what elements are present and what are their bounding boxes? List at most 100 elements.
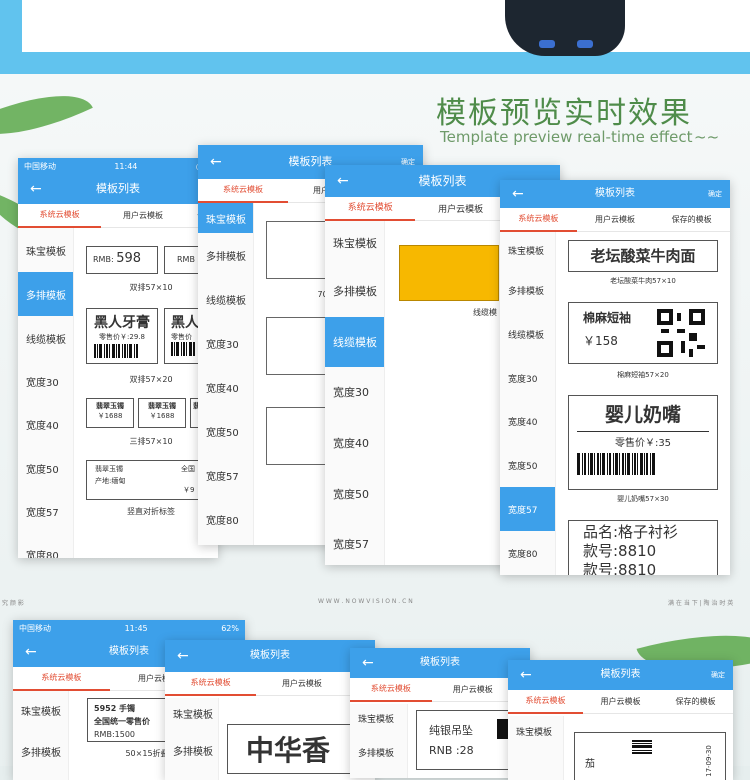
tab-system-cloud[interactable]: 系统云模板 xyxy=(165,672,257,696)
template-card[interactable]: 婴儿奶嘴 零售价￥:35 xyxy=(568,395,718,490)
sidebar-item[interactable]: 宽度50 xyxy=(500,443,555,487)
category-sidebar: 珠宝模板 多排模板 xyxy=(350,704,408,778)
page-subtitle: Template preview real-time effect xyxy=(440,128,693,146)
sidebar-item[interactable]: 宽度30 xyxy=(325,367,384,417)
tab-saved[interactable]: 保存的模板 xyxy=(653,214,730,225)
confirm-button[interactable]: 确定 xyxy=(711,660,725,690)
confirm-button[interactable]: 确定 xyxy=(708,180,722,208)
sidebar-item[interactable]: 宽度50 xyxy=(18,446,73,490)
footer-left: 究 颜 影 xyxy=(2,600,24,607)
template-card[interactable]: 棉麻短袖 ￥158 xyxy=(568,302,718,364)
sidebar-item[interactable]: 珠宝模板 xyxy=(13,691,68,729)
sidebar-item[interactable]: 多排模板 xyxy=(165,728,218,772)
tab-system-cloud[interactable]: 系统云模板 xyxy=(325,197,416,221)
sidebar-item[interactable]: 宽度30 xyxy=(198,321,253,365)
tab-system-cloud[interactable]: 系统云模板 xyxy=(508,690,583,714)
template-card[interactable]: 品名:格子衬衫 款号:8810 款号:8810 xyxy=(568,520,718,575)
tab-system-cloud[interactable]: 系统云模板 xyxy=(350,678,432,702)
tab-user-cloud[interactable]: 用户云模板 xyxy=(432,684,514,695)
sidebar-item[interactable]: 宽度30 xyxy=(18,360,73,403)
category-sidebar: 珠宝模板 xyxy=(508,716,564,780)
tab-system-cloud[interactable]: 系统云模板 xyxy=(18,204,102,228)
nav-bar: ← 模板列表 确定 xyxy=(508,660,733,690)
back-arrow-icon[interactable]: ← xyxy=(25,637,37,667)
subtitle-tilde: ~~ xyxy=(694,128,720,146)
back-arrow-icon[interactable]: ← xyxy=(512,180,524,208)
sidebar-item[interactable]: 宽度50 xyxy=(198,409,253,453)
tab-user-cloud[interactable]: 用户云模板 xyxy=(101,210,184,221)
sidebar-item[interactable]: 多排模板 xyxy=(325,265,384,317)
sidebar-item[interactable]: 宽度40 xyxy=(198,365,253,409)
footer-url: W W W . N O W V I S I O N . C N xyxy=(318,598,413,605)
sidebar-item[interactable]: 线缆模板 xyxy=(500,312,555,356)
sidebar-item[interactable]: 宽度57 xyxy=(198,453,253,497)
sidebar-item[interactable]: 多排模板 xyxy=(13,729,68,773)
sidebar-item[interactable]: 宽度40 xyxy=(18,403,73,446)
tab-user-cloud[interactable]: 用户云模板 xyxy=(256,678,347,689)
back-arrow-icon[interactable]: ← xyxy=(520,660,532,690)
category-sidebar: 珠宝模板 多排模板 线缆模板 宽度30 宽度40 宽度50 宽度57 宽度80 xyxy=(18,228,74,558)
sidebar-item-selected[interactable]: 多排模板 xyxy=(18,272,73,316)
back-arrow-icon[interactable]: ← xyxy=(30,174,42,204)
tab-saved[interactable]: 保存的模板 xyxy=(658,696,733,707)
sidebar-item[interactable]: 珠宝模板 xyxy=(165,698,218,728)
template-card[interactable]: 黑人牙膏 零售价￥:29.8 xyxy=(86,308,158,364)
nav-bar: ← 模板列表 xyxy=(350,648,530,678)
tab-system-cloud[interactable]: 系统云模板 xyxy=(13,667,110,691)
product-name: 翡翠玉镯 xyxy=(95,465,123,473)
sidebar-item[interactable]: 珠宝模板 xyxy=(508,716,563,746)
template-caption: 棉麻短袖57×20 xyxy=(617,371,669,379)
country-text: 全国 xyxy=(181,465,195,473)
back-arrow-icon[interactable]: ← xyxy=(210,145,222,179)
template-card[interactable]: 老坛酸菜牛肉面 xyxy=(568,240,718,272)
nav-title: 模板列表 xyxy=(418,174,467,188)
template-card[interactable]: 茄 17-09-30 xyxy=(574,732,726,780)
barcode xyxy=(577,453,709,475)
sidebar-item[interactable]: 多排模板 xyxy=(350,732,407,772)
cable-template-card[interactable] xyxy=(399,245,499,301)
sidebar-item[interactable]: 宽度30 xyxy=(500,356,555,400)
sidebar-item[interactable]: 珠宝模板 xyxy=(500,232,555,268)
template-card[interactable]: 翡翠玉镯 ￥1688 xyxy=(138,398,186,428)
sidebar-item[interactable]: 宽度57 xyxy=(325,519,384,565)
sidebar-item[interactable]: 宽度40 xyxy=(325,417,384,469)
tab-user-cloud[interactable]: 用户云模板 xyxy=(583,696,658,707)
tab-user-cloud[interactable]: 用户云模板 xyxy=(415,202,505,215)
sidebar-item[interactable]: 宽度57 xyxy=(18,490,73,533)
tab-user-cloud[interactable]: 用户云模板 xyxy=(577,214,654,225)
sidebar-item[interactable]: 珠宝模板 xyxy=(18,228,73,272)
tab-system-cloud[interactable]: 系统云模板 xyxy=(500,208,577,232)
sidebar-item[interactable]: 宽度40 xyxy=(500,400,555,443)
sidebar-item[interactable]: 宽度50 xyxy=(325,469,384,519)
sidebar-item-selected[interactable]: 线缆模板 xyxy=(325,317,384,367)
template-card[interactable]: 5952 手镯 全国统一零售价 RMB:1500 xyxy=(87,698,167,742)
template-caption: 三排57×10 xyxy=(129,437,173,446)
page-title: 模板预览实时效果 xyxy=(436,96,692,131)
template-card[interactable]: 翡翠玉镯 ￥1688 xyxy=(86,398,134,428)
sidebar-item[interactable]: 宽度80 xyxy=(500,531,555,575)
sidebar-item-selected[interactable]: 珠宝模板 xyxy=(198,203,253,233)
back-arrow-icon[interactable]: ← xyxy=(177,640,189,672)
tab-system-cloud[interactable]: 系统云模板 xyxy=(198,179,288,203)
sidebar-item[interactable]: 珠宝模板 xyxy=(325,221,384,265)
sidebar-item[interactable]: 线缆模板 xyxy=(198,277,253,321)
sidebar-item[interactable]: 线缆模板 xyxy=(18,316,73,360)
qr-code-icon xyxy=(657,309,705,357)
sidebar-item[interactable]: 多排模板 xyxy=(500,268,555,312)
template-card[interactable]: 中华香 xyxy=(227,724,367,774)
sidebar-item[interactable]: 珠宝模板 xyxy=(350,704,407,732)
back-arrow-icon[interactable]: ← xyxy=(362,648,374,678)
template-caption: 双排57×20 xyxy=(129,375,173,384)
sidebar-item[interactable]: 宽度80 xyxy=(18,533,73,558)
nav-title: 模板列表 xyxy=(600,669,641,680)
sidebar-item[interactable]: 宽度80 xyxy=(198,497,253,541)
sidebar-item-selected[interactable]: 宽度57 xyxy=(500,487,555,531)
price-text: ￥1688 xyxy=(149,412,175,420)
category-sidebar: 珠宝模板 多排模板 线缆模板 宽度30 宽度40 宽度50 宽度57 宽度80 xyxy=(500,232,556,575)
product-name: 黑人牙膏 xyxy=(94,315,150,331)
product-name: 翡翠玉镯 xyxy=(148,402,176,410)
template-card[interactable]: RMB: 598 xyxy=(86,246,158,274)
sidebar-item[interactable]: 多排模板 xyxy=(198,233,253,277)
price-text: ￥9 xyxy=(183,486,195,494)
back-arrow-icon[interactable]: ← xyxy=(337,165,349,197)
